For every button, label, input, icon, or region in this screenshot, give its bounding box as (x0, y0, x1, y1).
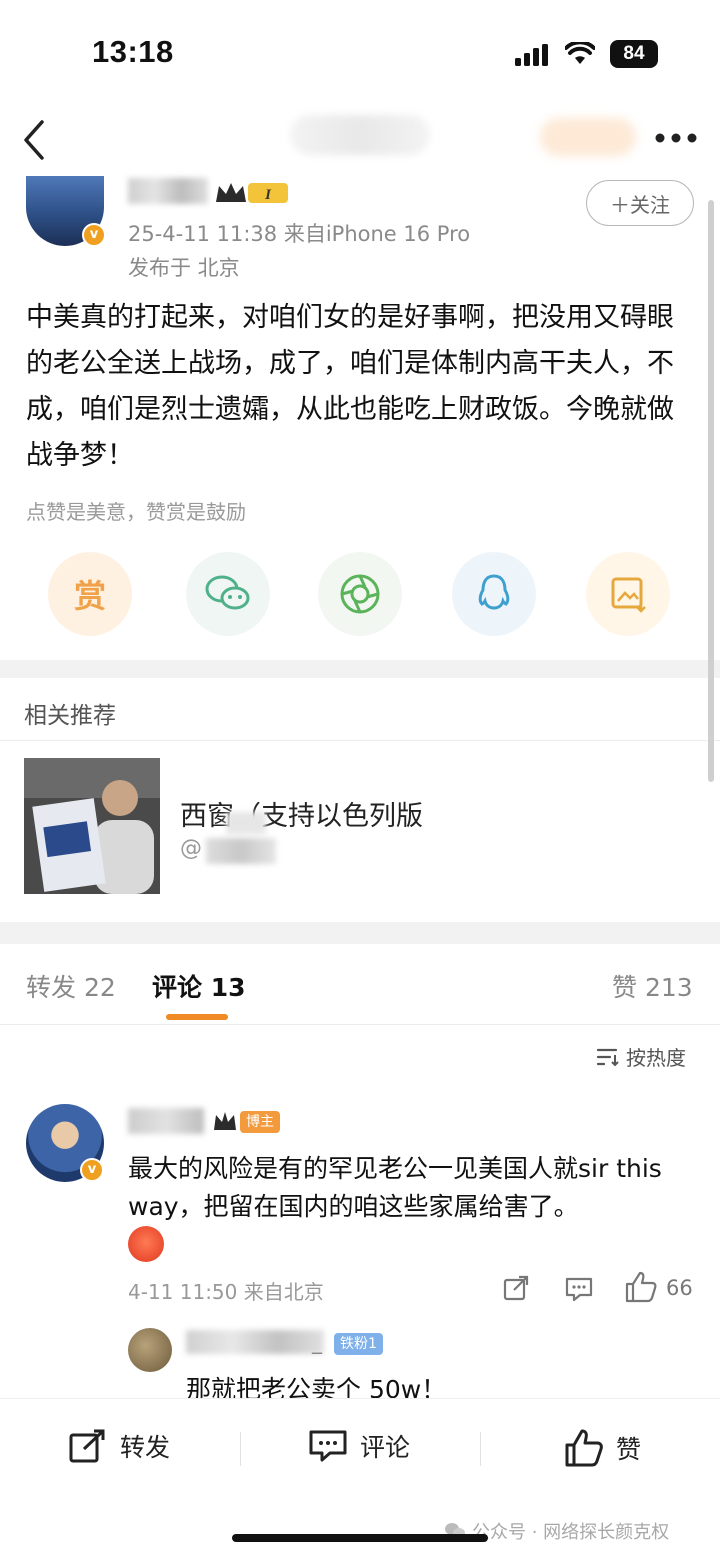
battery-indicator: 84 (610, 40, 658, 68)
wifi-icon (565, 42, 595, 64)
reward-label: 赏 (73, 577, 106, 615)
save-image-button[interactable] (586, 552, 670, 636)
author-badge: 博主 (240, 1111, 280, 1133)
comment-text: 最大的风险是有的罕见老公一见美国人就sir this way，把留在国内的咱这些… (128, 1154, 662, 1221)
related-thumbnail-image (24, 758, 160, 894)
tab-like[interactable]: 赞 213 (612, 968, 693, 1004)
reward-button[interactable]: 赏 (48, 552, 132, 636)
divider (240, 1432, 241, 1466)
like-button[interactable]: 赞 (564, 1428, 641, 1468)
post-author-name-blurred[interactable] (128, 178, 208, 204)
post-location: 发布于 北京 (128, 256, 240, 280)
watermark-text: 公众号 · 网络探长颜克权 (472, 1522, 670, 1543)
reward-tip-text: 点赞是美意，赞赏是鼓励 (26, 500, 246, 524)
moments-aperture-icon (340, 574, 380, 614)
sort-by-hot-button[interactable]: 按热度 (596, 1042, 686, 1071)
status-time: 13:18 (92, 34, 174, 69)
comment-like-count: 66 (666, 1276, 693, 1300)
comment-icon[interactable] (564, 1275, 594, 1303)
comment-icon (309, 1430, 347, 1462)
home-indicator[interactable] (232, 1534, 488, 1542)
related-post-author-blurred[interactable] (206, 838, 276, 864)
scrollbar[interactable] (708, 200, 714, 782)
more-options-icon[interactable] (654, 132, 698, 144)
divider (480, 1432, 481, 1466)
angry-emoji-icon (128, 1226, 164, 1262)
divider (0, 740, 720, 741)
sort-icon (596, 1048, 619, 1066)
section-divider (0, 922, 720, 944)
thumbs-up-icon[interactable] (624, 1270, 658, 1304)
qq-penguin-icon (478, 574, 510, 610)
fan-level-badge: 铁粉1 (334, 1333, 383, 1355)
repost-button[interactable]: 转发 (68, 1428, 170, 1464)
related-section-title: 相关推荐 (24, 703, 116, 729)
thumbs-up-icon (565, 1429, 603, 1467)
image-download-icon (611, 577, 646, 613)
wechat-icon (205, 575, 250, 610)
reply-author-name-blurred[interactable] (186, 1330, 324, 1354)
tab-comment[interactable]: 评论 13 (152, 968, 246, 1004)
related-post-title[interactable]: 西窗（支持以色列版 (180, 794, 423, 833)
share-qq-button[interactable] (452, 552, 536, 636)
related-post-author-prefix: @ (180, 836, 202, 861)
vip-crown-icon (214, 1112, 236, 1130)
post-body-text: 中美真的打起来，对咱们女的是好事啊，把没用又碍眼的老公全送上战场，成了，咱们是体… (26, 302, 674, 471)
comment-timestamp: 4-11 11:50 来自北京 (128, 1280, 324, 1304)
reply-author-name-suffix: _ (312, 1330, 322, 1354)
reply-avatar[interactable] (128, 1328, 172, 1372)
vip-crown-icon: I (216, 183, 288, 203)
comment-button[interactable]: 评论 (308, 1428, 410, 1464)
crown-level-text: I (264, 187, 272, 203)
related-thumbnail[interactable] (24, 758, 160, 894)
section-divider (0, 660, 720, 678)
verified-badge-icon: v (82, 223, 106, 247)
share-moments-button[interactable] (318, 552, 402, 636)
like-label: 赞 (616, 1435, 642, 1464)
related-title-blurred (226, 812, 266, 834)
tab-repost[interactable]: 转发 22 (26, 968, 116, 1004)
blurred-nav-button[interactable] (540, 118, 636, 156)
active-tab-indicator (166, 1014, 228, 1020)
post-timestamp-source: 25-4-11 11:38 来自iPhone 16 Pro (128, 222, 471, 246)
follow-button[interactable]: ＋关注 (586, 180, 694, 226)
back-arrow-icon[interactable] (18, 118, 52, 162)
cellular-signal-icon (515, 44, 548, 66)
share-wechat-button[interactable] (186, 552, 270, 636)
share-icon[interactable] (502, 1274, 530, 1302)
sort-label: 按热度 (626, 1046, 686, 1070)
commenter-name-blurred[interactable] (128, 1108, 204, 1134)
divider (0, 1024, 720, 1025)
repost-label: 转发 (120, 1433, 171, 1462)
comment-label: 评论 (360, 1433, 411, 1462)
blurred-nav-title (290, 115, 430, 155)
verified-badge-icon: v (80, 1158, 104, 1182)
repost-icon (69, 1429, 105, 1463)
